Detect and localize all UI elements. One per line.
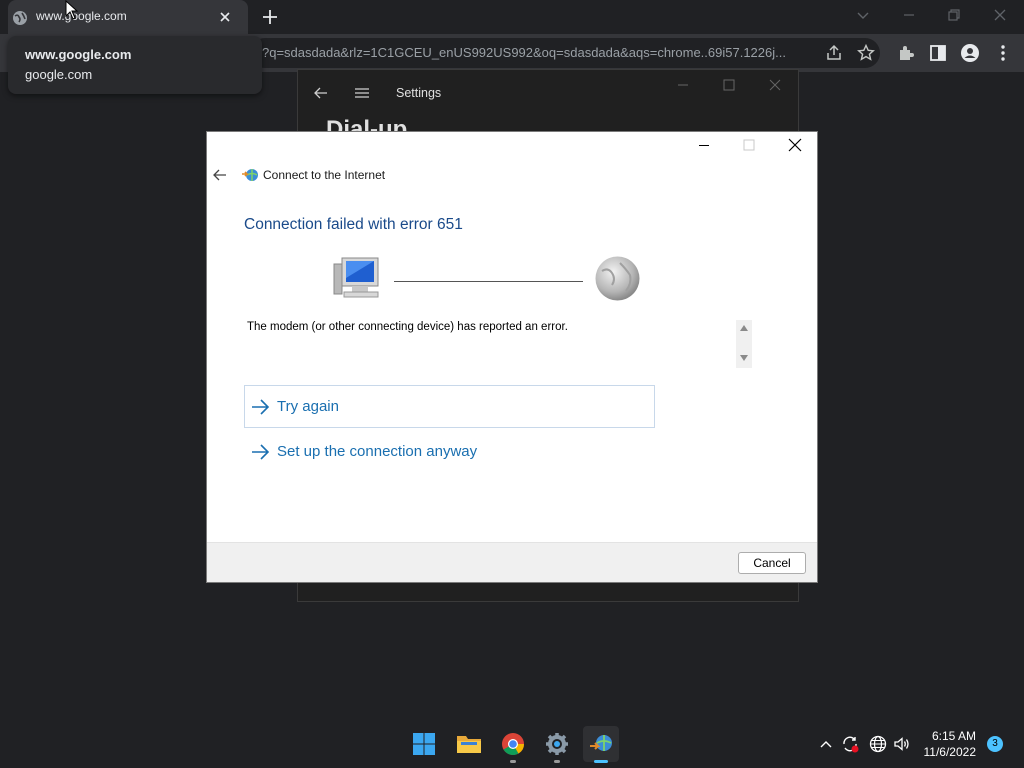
chevron-up-icon[interactable] — [818, 736, 834, 752]
hover-card-domain: google.com — [25, 67, 93, 82]
tab-hover-card — [8, 36, 262, 94]
restore-icon[interactable] — [944, 5, 964, 25]
chrome-running-indicator — [510, 760, 516, 763]
network-connection-icon — [242, 169, 258, 181]
chevron-down-icon[interactable] — [854, 6, 872, 24]
globe-icon — [13, 11, 27, 25]
url-text[interactable]: ?q=sdasdada&rlz=1C1GCEU_enUS992US992&oq=… — [262, 45, 812, 60]
dialog-back-arrow-icon[interactable] — [212, 167, 228, 183]
share-icon[interactable] — [824, 43, 844, 63]
bookmark-star-icon[interactable] — [856, 43, 876, 63]
chrome-icon — [502, 733, 524, 755]
settings-maximize-icon[interactable] — [722, 78, 736, 92]
back-arrow-icon[interactable] — [313, 85, 329, 101]
network-globe-icon[interactable] — [869, 735, 887, 753]
dialog-close-icon[interactable] — [787, 137, 803, 153]
volume-icon[interactable] — [893, 735, 911, 753]
extensions-icon[interactable] — [896, 43, 916, 63]
connect-dialog — [206, 131, 818, 583]
connection-line — [394, 281, 583, 282]
cancel-button[interactable]: Cancel — [738, 552, 806, 574]
settings-minimize-icon[interactable] — [676, 78, 690, 92]
sync-alert-icon[interactable] — [841, 735, 859, 753]
side-panel-icon[interactable] — [928, 43, 948, 63]
hover-card-title: www.google.com — [25, 47, 132, 62]
start-icon — [413, 733, 435, 755]
profile-icon[interactable] — [960, 43, 980, 63]
settings-close-icon[interactable] — [768, 78, 782, 92]
minimize-icon[interactable] — [899, 5, 919, 25]
scroll-up-icon[interactable] — [739, 323, 749, 333]
error-heading: Connection failed with error 651 — [244, 216, 463, 233]
try-again-label[interactable]: Try again — [277, 398, 339, 415]
dialog-footer — [207, 542, 817, 582]
settings-running-indicator — [554, 760, 560, 763]
file-explorer-icon — [457, 736, 481, 753]
dialog-minimize-icon[interactable] — [697, 138, 711, 152]
hamburger-menu-icon[interactable] — [354, 85, 370, 101]
active-app-indicator — [594, 760, 608, 763]
notification-badge[interactable]: 3 — [987, 736, 1003, 752]
tab-close-icon[interactable] — [216, 8, 234, 26]
computer-icon — [333, 257, 379, 298]
arrow-right-icon — [252, 444, 270, 460]
setup-anyway-link[interactable]: Set up the connection anyway — [277, 443, 477, 460]
dialog-title: Connect to the Internet — [263, 168, 386, 182]
dialog-maximize-icon — [743, 139, 755, 151]
globe-icon — [595, 256, 640, 301]
more-menu-icon[interactable] — [993, 43, 1013, 63]
scroll-down-icon[interactable] — [739, 353, 749, 363]
tab-title: www.google.com — [36, 9, 127, 23]
clock-time[interactable]: 6:15 AM — [918, 729, 976, 743]
settings-icon — [546, 733, 568, 755]
settings-title: Settings — [396, 86, 442, 100]
arrow-right-icon — [252, 399, 270, 415]
mouse-cursor-icon — [65, 0, 79, 20]
new-tab-icon[interactable] — [260, 7, 280, 27]
error-message: The modem (or other connecting device) h… — [247, 321, 568, 333]
close-icon[interactable] — [989, 4, 1011, 26]
clock-date[interactable]: 11/6/2022 — [918, 745, 977, 759]
network-connection-icon — [590, 735, 612, 751]
settings-page-heading: Dial-up — [326, 116, 408, 132]
